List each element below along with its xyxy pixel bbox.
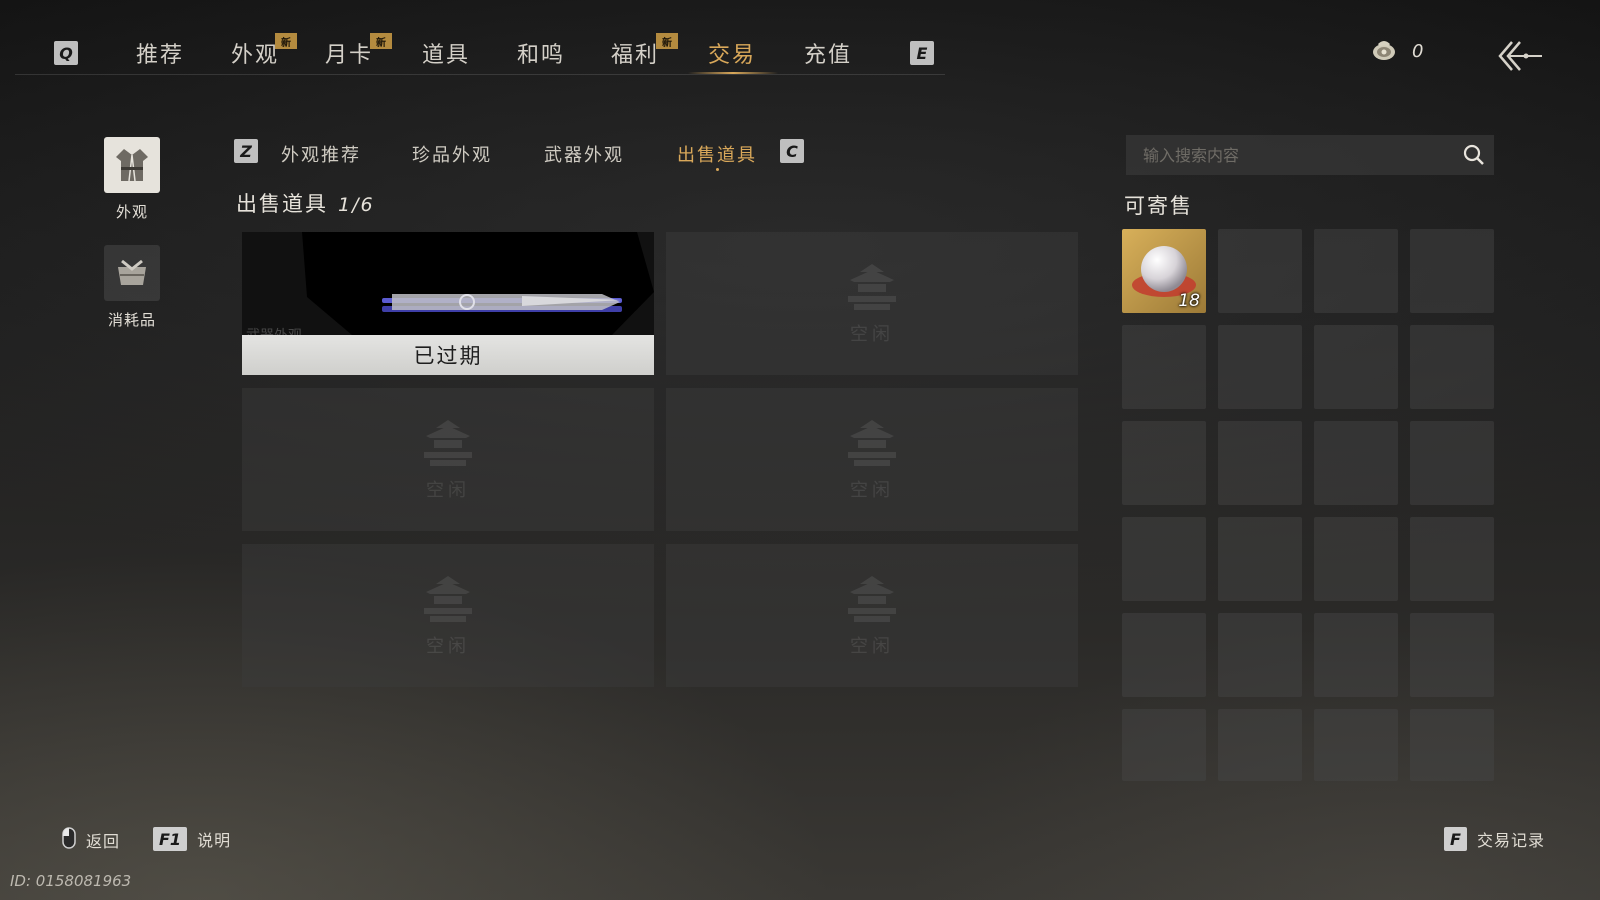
subtab-appearance-recommend[interactable]: 外观推荐 — [281, 141, 361, 167]
inventory-slot-empty[interactable] — [1314, 325, 1398, 409]
back-label: 返回 — [86, 832, 121, 851]
trade-record-action[interactable]: F 交易记录 — [1444, 827, 1545, 851]
tab-recharge[interactable]: 充值 — [796, 33, 860, 73]
sale-slot-expired[interactable]: 武器外观 已过期 — [242, 232, 654, 375]
search-icon[interactable] — [1454, 135, 1494, 175]
pavilion-icon — [844, 418, 900, 472]
trade-record-label: 交易记录 — [1476, 831, 1545, 850]
inventory-slot-empty[interactable] — [1314, 517, 1398, 601]
nav-prev-key[interactable]: Q — [54, 41, 78, 65]
inventory-slot-empty[interactable] — [1314, 421, 1398, 505]
pavilion-icon — [420, 418, 476, 472]
sidebar-item-label: 消耗品 — [107, 311, 156, 329]
currency-value: 0 — [1412, 40, 1424, 62]
search-bar — [1126, 135, 1494, 175]
sidebar-item-consumables[interactable]: 消耗品 — [102, 245, 162, 330]
inventory-slot-empty[interactable] — [1314, 229, 1398, 313]
inventory-slot-empty[interactable] — [1410, 325, 1494, 409]
nav-divider — [15, 74, 945, 75]
new-badge: 新 — [656, 33, 678, 49]
help-label: 说明 — [197, 831, 232, 850]
robe-icon — [104, 137, 160, 193]
sale-slot-empty[interactable]: 空闲 — [666, 388, 1078, 531]
currency-display: 0 — [1370, 36, 1423, 66]
inventory-slot-empty[interactable] — [1218, 613, 1302, 697]
sale-title: 出售道具 — [236, 192, 328, 216]
subtab-weapon-appearance[interactable]: 武器外观 — [544, 141, 624, 167]
slot-status: 空闲 — [850, 635, 894, 657]
inventory-slot-empty[interactable] — [1218, 325, 1302, 409]
inventory-slot-empty[interactable] — [1314, 709, 1398, 781]
coin-pouch-icon — [1370, 36, 1398, 66]
nav-next-key[interactable]: E — [910, 41, 934, 65]
top-nav: Q 推荐 外观 新 月卡 新 道具 和鸣 福利 新 交易 充值 E — [0, 0, 1600, 90]
consign-title: 可寄售 — [1124, 194, 1193, 218]
sale-count: 1/6 — [338, 194, 375, 216]
back-action[interactable]: 返回 — [62, 827, 120, 853]
subtab-rare-appearance[interactable]: 珍品外观 — [412, 141, 492, 167]
inventory-slot-empty[interactable] — [1410, 709, 1494, 781]
inventory-slot-empty[interactable] — [1218, 229, 1302, 313]
weapon-skin-icon — [242, 232, 654, 335]
subtab-prev-key[interactable]: Z — [234, 139, 258, 163]
pavilion-icon — [844, 262, 900, 316]
sale-slot-empty[interactable]: 空闲 — [666, 544, 1078, 687]
bundle-icon — [104, 245, 160, 301]
pavilion-icon — [844, 574, 900, 628]
new-badge: 新 — [370, 33, 392, 49]
sale-slot-empty[interactable]: 空闲 — [242, 388, 654, 531]
inventory-slot-empty[interactable] — [1218, 709, 1302, 781]
inventory-slot-empty[interactable] — [1410, 613, 1494, 697]
inventory-slot-empty[interactable] — [1218, 517, 1302, 601]
slot-status: 空闲 — [426, 479, 470, 501]
consign-grid: 18 — [1122, 229, 1496, 781]
inventory-slot-empty[interactable] — [1122, 517, 1206, 601]
sidebar-item-label: 外观 — [115, 203, 148, 221]
inventory-item[interactable]: 18 — [1122, 229, 1206, 313]
inventory-slot-empty[interactable] — [1218, 421, 1302, 505]
item-quantity: 18 — [1178, 291, 1200, 311]
slot-status: 空闲 — [426, 635, 470, 657]
slot-status: 空闲 — [850, 323, 894, 345]
inventory-slot-empty[interactable] — [1122, 421, 1206, 505]
trade-record-key: F — [1444, 827, 1467, 851]
inventory-slot-empty[interactable] — [1122, 613, 1206, 697]
search-input[interactable] — [1126, 135, 1454, 175]
pavilion-icon — [420, 574, 476, 628]
inventory-slot-empty[interactable] — [1410, 229, 1494, 313]
inventory-slot-empty[interactable] — [1410, 517, 1494, 601]
tab-items[interactable]: 道具 — [414, 33, 478, 73]
inventory-slot-empty[interactable] — [1122, 709, 1206, 781]
mouse-icon — [62, 827, 76, 853]
inventory-slot-empty[interactable] — [1314, 613, 1398, 697]
sale-slot-empty[interactable]: 空闲 — [242, 544, 654, 687]
sale-heading: 出售道具 1/6 — [236, 188, 375, 218]
expired-status: 已过期 — [242, 335, 654, 375]
inventory-slot-empty[interactable] — [1410, 421, 1494, 505]
subtab-sell-items[interactable]: 出售道具 — [677, 141, 757, 167]
subtab-next-key[interactable]: C — [780, 139, 804, 163]
new-badge: 新 — [275, 33, 297, 49]
help-key: F1 — [153, 827, 188, 851]
player-id: ID: 0158081963 — [10, 872, 132, 890]
sidebar-item-appearance[interactable]: 外观 — [102, 137, 162, 222]
slot-status: 空闲 — [850, 479, 894, 501]
tab-resonance[interactable]: 和鸣 — [509, 33, 573, 73]
help-action[interactable]: F1 说明 — [153, 827, 231, 851]
tab-recommend[interactable]: 推荐 — [128, 33, 192, 73]
tab-trade[interactable]: 交易 — [700, 33, 764, 73]
inventory-slot-empty[interactable] — [1122, 325, 1206, 409]
active-subtab-dot — [716, 168, 719, 171]
sale-slot-empty[interactable]: 空闲 — [666, 232, 1078, 375]
back-arrow-icon[interactable] — [1496, 38, 1544, 74]
